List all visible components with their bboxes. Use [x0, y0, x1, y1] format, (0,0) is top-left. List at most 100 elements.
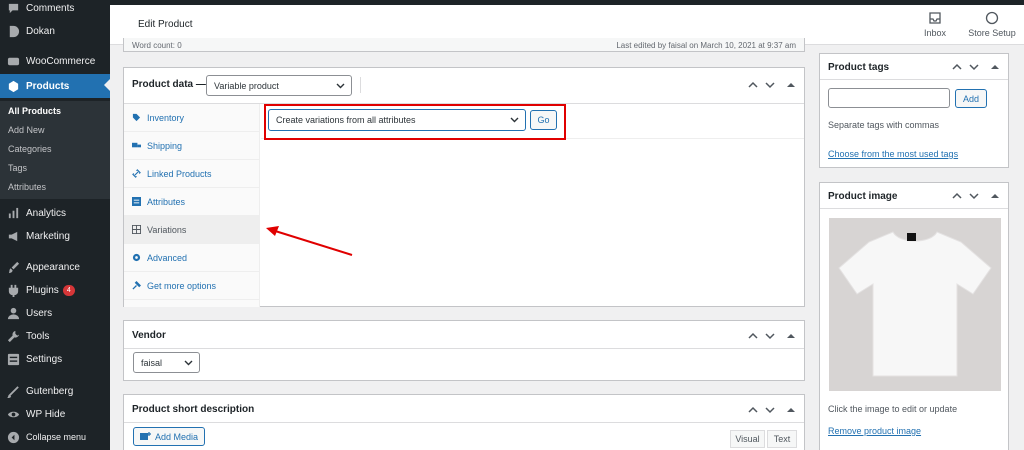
tab-get-more-options[interactable]: Get more options — [124, 272, 260, 300]
tab-text[interactable]: Text — [767, 430, 797, 448]
comment-icon — [8, 3, 19, 13]
tab-label: Advanced — [147, 252, 188, 263]
menu-marketing[interactable]: Marketing — [0, 225, 110, 247]
add-tag-button[interactable]: Add — [955, 89, 987, 108]
menu-label: Plugins — [26, 284, 59, 296]
short-description-panel: Product short description Add Media Visu… — [123, 394, 805, 450]
menu-analytics[interactable]: Analytics — [0, 202, 110, 224]
move-down-icon[interactable] — [765, 82, 775, 89]
tab-label: Attributes — [147, 196, 186, 207]
highlight-box — [264, 104, 566, 140]
panel-divider — [124, 348, 804, 349]
tab-label: Variations — [147, 224, 187, 235]
move-down-icon[interactable] — [765, 333, 775, 340]
move-down-icon[interactable] — [765, 407, 775, 414]
add-media-button[interactable]: Add Media — [133, 427, 205, 446]
move-up-icon[interactable] — [748, 332, 758, 339]
tab-inventory[interactable]: Inventory — [124, 104, 260, 132]
toggle-panel-icon[interactable] — [787, 408, 795, 412]
toggle-panel-icon[interactable] — [991, 194, 999, 198]
collapse-icon — [7, 431, 20, 443]
tab-shipping[interactable]: Shipping — [124, 132, 260, 160]
tab-visual[interactable]: Visual — [730, 430, 765, 448]
tab-label: Linked Products — [147, 168, 212, 179]
toggle-panel-icon[interactable] — [787, 334, 795, 338]
inbox-label: Inbox — [923, 28, 947, 38]
tab-attributes[interactable]: Attributes — [124, 188, 260, 216]
submenu-add-new[interactable]: Add New — [8, 125, 45, 135]
choose-tags-link[interactable]: Choose from the most used tags — [828, 149, 958, 159]
menu-wp-hide[interactable]: WP Hide — [0, 403, 110, 425]
product-image[interactable] — [829, 218, 1001, 391]
chevron-down-icon — [336, 83, 345, 88]
menu-plugins[interactable]: Plugins 4 — [0, 279, 110, 301]
menu-label: WooCommerce — [26, 55, 96, 67]
paintbrush-icon — [8, 261, 20, 273]
plugin-icon — [8, 284, 19, 297]
menu-appearance[interactable]: Appearance — [0, 256, 110, 278]
move-up-icon[interactable] — [748, 406, 758, 413]
tag-input[interactable] — [828, 88, 950, 108]
menu-label: Tools — [26, 330, 50, 342]
menu-woocommerce[interactable]: WooCommerce — [0, 50, 110, 72]
panel-controls — [748, 406, 795, 414]
menu-users[interactable]: Users — [0, 302, 110, 324]
eye-icon — [7, 411, 20, 417]
menu-label: Collapse menu — [26, 432, 87, 442]
tags-hint: Separate tags with commas — [828, 120, 940, 130]
move-up-icon[interactable] — [748, 81, 758, 88]
panel-controls — [952, 192, 999, 200]
remove-image-link[interactable]: Remove product image — [828, 426, 921, 436]
admin-sidebar: Comments Dokan WooCommerce Products All … — [0, 0, 110, 450]
tab-linked-products[interactable]: Linked Products — [124, 160, 260, 188]
active-indicator — [104, 79, 110, 91]
analytics-icon — [8, 207, 19, 218]
dokan-icon — [9, 25, 20, 37]
store-setup-label: Store Setup — [968, 28, 1016, 38]
store-setup-button[interactable]: Store Setup — [966, 11, 1018, 38]
submenu-attributes[interactable]: Attributes — [8, 182, 46, 192]
inbox-button[interactable]: Inbox — [920, 11, 950, 38]
menu-settings[interactable]: Settings — [0, 348, 110, 370]
menu-label: Settings — [26, 353, 63, 365]
menu-collapse[interactable]: Collapse menu — [0, 426, 110, 448]
gutenberg-icon — [7, 385, 19, 398]
menu-dokan[interactable]: Dokan — [0, 20, 110, 42]
toggle-panel-icon[interactable] — [991, 65, 999, 69]
list-icon — [132, 197, 141, 206]
tag-icon — [132, 113, 141, 122]
menu-label: WP Hide — [26, 408, 66, 420]
menu-label: Products — [26, 80, 70, 92]
add-media-label: Add Media — [155, 431, 199, 442]
vendor-select[interactable]: faisal — [133, 352, 200, 373]
vendor-value: faisal — [141, 357, 163, 368]
product-type-select[interactable]: Variable product — [206, 75, 352, 96]
image-hint: Click the image to edit or update — [828, 404, 958, 414]
tab-advanced[interactable]: Advanced — [124, 244, 260, 272]
submenu-tags[interactable]: Tags — [8, 163, 27, 173]
menu-label: Comments — [26, 2, 75, 14]
editor-status-bar: Word count: 0 Last edited by faisal on M… — [123, 38, 805, 52]
menu-tools[interactable]: Tools — [0, 325, 110, 347]
short-description-title: Product short description — [132, 404, 255, 415]
move-up-icon[interactable] — [952, 192, 962, 199]
vendor-panel: Vendor faisal — [123, 320, 805, 381]
toggle-panel-icon[interactable] — [787, 83, 795, 87]
submenu-categories[interactable]: Categories — [8, 144, 52, 154]
menu-gutenberg[interactable]: Gutenberg — [0, 380, 110, 402]
menu-comments[interactable]: Comments — [0, 0, 110, 19]
menu-label: Analytics — [26, 207, 67, 219]
move-down-icon[interactable] — [969, 64, 979, 71]
woocommerce-icon — [7, 57, 20, 65]
product-image-title: Product image — [828, 191, 898, 202]
menu-products[interactable]: Products — [0, 74, 110, 98]
submenu-all-products[interactable]: All Products — [8, 106, 61, 116]
panel-controls — [748, 332, 795, 340]
tab-variations[interactable]: Variations — [124, 216, 260, 244]
tab-label: Inventory — [147, 112, 185, 123]
inbox-icon — [929, 12, 941, 24]
panel-divider — [820, 208, 1008, 209]
move-down-icon[interactable] — [969, 193, 979, 200]
move-up-icon[interactable] — [952, 63, 962, 70]
media-icon — [140, 431, 151, 440]
